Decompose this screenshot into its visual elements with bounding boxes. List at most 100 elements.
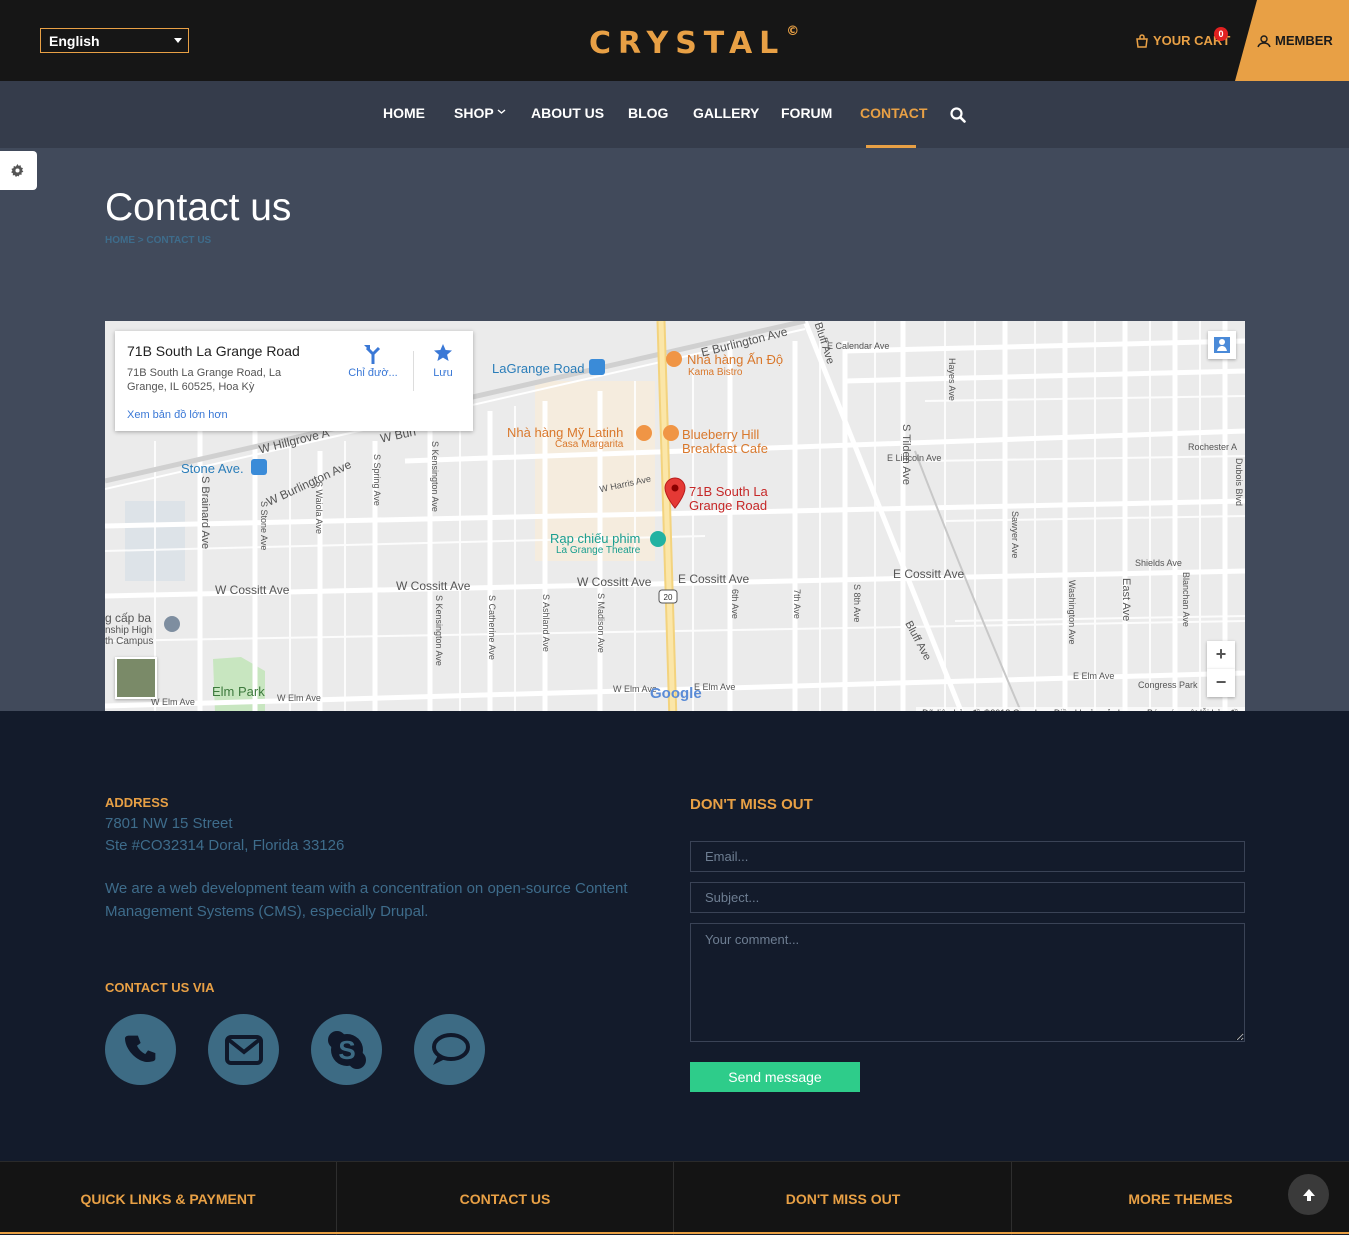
nav-contact[interactable]: CONTACT bbox=[860, 105, 927, 121]
breadcrumb[interactable]: HOME > CONTACT US bbox=[105, 235, 211, 246]
map-label-w-cossitt-1: W Cossitt Ave bbox=[215, 583, 290, 597]
map-label-lagrange-road: LaGrange Road bbox=[492, 361, 585, 376]
about-text: We are a web development team with a con… bbox=[105, 880, 628, 920]
map-pin-label-1: 71B South La bbox=[689, 484, 768, 499]
zoom-in-button[interactable]: + bbox=[1207, 641, 1235, 669]
nav-shop-label: SHOP bbox=[454, 105, 494, 121]
map-label-elm-park: Elm Park bbox=[212, 684, 265, 699]
back-to-top-button[interactable] bbox=[1288, 1174, 1329, 1215]
directions-label: Chỉ đườ... bbox=[348, 367, 398, 379]
map-label-s-catherine: S Catherine Ave bbox=[487, 595, 497, 660]
save-label: Lưu bbox=[433, 367, 453, 379]
settings-toggle[interactable] bbox=[0, 151, 37, 190]
map-label-s-kensington-2: S Kensington Ave bbox=[434, 595, 444, 666]
address-heading: ADDRESS bbox=[105, 795, 169, 810]
map-label-s-tilden: S Tilden Ave bbox=[900, 424, 912, 485]
bottom-contact-us[interactable]: CONTACT US bbox=[337, 1162, 674, 1235]
gear-icon bbox=[11, 164, 24, 177]
map-label-casa-margarita: Casa Margarita bbox=[555, 439, 624, 450]
save-button[interactable]: Lưu bbox=[425, 343, 461, 379]
map-label-school-2: nship High bbox=[105, 625, 153, 636]
satellite-toggle[interactable] bbox=[115, 657, 157, 699]
nav-blog[interactable]: BLOG bbox=[628, 105, 668, 121]
svg-text:S: S bbox=[338, 1035, 355, 1065]
map-label-washington: Washington Ave bbox=[1067, 580, 1077, 645]
map-label-e-elm-2: E Elm Ave bbox=[1073, 671, 1115, 681]
map-label-s-kensington-1: S Kensington Ave bbox=[430, 441, 440, 512]
map-label-rap-chieu-phim[interactable]: Rạp chiếu phim bbox=[550, 531, 640, 546]
nav-gallery[interactable]: GALLERY bbox=[693, 105, 759, 121]
google-logo: Google bbox=[650, 685, 702, 702]
route-shield-label: 20 bbox=[664, 593, 673, 602]
email-button[interactable] bbox=[208, 1014, 279, 1085]
map-label-sawyer: Sawyer Ave bbox=[1010, 511, 1020, 559]
map-label-school-3: th Campus bbox=[105, 636, 154, 647]
map-label-w-cossitt-3: W Cossitt Ave bbox=[577, 575, 652, 589]
view-larger-map-link[interactable]: Xem bản đồ lớn hơn bbox=[127, 409, 228, 421]
map-label-la-grange-theatre: La Grange Theatre bbox=[556, 545, 641, 556]
map-label-e-cossitt-2: E Cossitt Ave bbox=[893, 567, 965, 581]
nav-forum[interactable]: FORUM bbox=[781, 105, 832, 121]
form-heading: DON'T MISS OUT bbox=[690, 796, 813, 813]
phone-button[interactable] bbox=[105, 1014, 176, 1085]
phone-icon bbox=[124, 1035, 155, 1062]
map-label-blueberry-1[interactable]: Blueberry Hill bbox=[682, 427, 759, 442]
nav-shop[interactable]: SHOP bbox=[454, 105, 506, 121]
member-button[interactable]: MEMBER bbox=[1235, 0, 1349, 81]
map-label-w-elm-1: W Elm Ave bbox=[151, 697, 195, 707]
address-line-1: 7801 NW 15 Street bbox=[105, 815, 233, 832]
main-nav: HOME SHOP ABOUT US BLOG GALLERY FORUM CO… bbox=[0, 81, 1349, 148]
map-label-w-elm-2: W Elm Ave bbox=[277, 693, 321, 703]
zoom-out-button[interactable]: − bbox=[1207, 669, 1235, 697]
top-bar: English CRYSTAL © YOUR CART 0 MEMBER bbox=[0, 0, 1349, 81]
language-select[interactable]: English bbox=[40, 28, 189, 53]
map-label-blueberry-2: Breakfast Cafe bbox=[682, 441, 768, 456]
chat-bubble-icon bbox=[431, 1032, 470, 1065]
shopping-bag-icon bbox=[1136, 33, 1148, 48]
map-label-congress-park: Congress Park bbox=[1138, 680, 1198, 690]
skype-icon: S bbox=[327, 1030, 366, 1069]
map-label-s-brainard: S Brainard Ave bbox=[199, 476, 211, 550]
logo[interactable]: CRYSTAL © bbox=[589, 24, 799, 61]
map-label-s-spring: S Spring Ave bbox=[372, 454, 382, 506]
subject-field[interactable] bbox=[690, 882, 1245, 913]
member-label: MEMBER bbox=[1275, 33, 1333, 48]
google-map[interactable]: 20 LaGrange Road Stone Ave. Nhà hàng Ấn … bbox=[105, 321, 1245, 721]
map-info-card: 71B South La Grange Road 71B South La Gr… bbox=[115, 331, 473, 431]
chevron-down-icon bbox=[497, 109, 506, 114]
send-message-button[interactable]: Send message bbox=[690, 1062, 860, 1092]
map-label-e-calendar: E Calendar Ave bbox=[827, 341, 890, 351]
nav-home[interactable]: HOME bbox=[383, 105, 425, 121]
user-icon bbox=[1257, 34, 1271, 47]
bottom-bar: QUICK LINKS & PAYMENT CONTACT US DON'T M… bbox=[0, 1161, 1349, 1235]
map-label-stone-ave: Stone Ave. bbox=[181, 461, 244, 476]
map-label-sixth: 6th Ave bbox=[730, 589, 740, 619]
bottom-quick-links[interactable]: QUICK LINKS & PAYMENT bbox=[0, 1162, 337, 1235]
star-icon bbox=[434, 344, 452, 361]
language-value: English bbox=[49, 33, 100, 49]
map-label-blanchan: Blanchan Ave bbox=[1181, 572, 1191, 627]
skype-button[interactable]: S bbox=[311, 1014, 382, 1085]
map-label-e-lincoln: E Lincoln Ave bbox=[887, 453, 942, 463]
map-label-shields: Shields Ave bbox=[1135, 558, 1182, 568]
caret-down-icon bbox=[174, 38, 182, 43]
info-card-title: 71B South La Grange Road bbox=[127, 343, 300, 359]
comment-field[interactable] bbox=[690, 923, 1245, 1042]
map-pin-label-2: Grange Road bbox=[689, 498, 768, 513]
chat-button[interactable] bbox=[414, 1014, 485, 1085]
directions-icon bbox=[364, 345, 381, 364]
directions-button[interactable]: Chỉ đườ... bbox=[345, 343, 401, 379]
page-title: Contact us bbox=[105, 186, 292, 229]
map-label-east-ave: East Ave bbox=[1120, 578, 1132, 622]
bottom-dont-miss-out[interactable]: DON'T MISS OUT bbox=[675, 1162, 1012, 1235]
email-field[interactable] bbox=[690, 841, 1245, 872]
map-label-s-8th: S 8th Ave bbox=[852, 584, 862, 623]
nav-about-us[interactable]: ABOUT US bbox=[531, 105, 604, 121]
street-view-pegman[interactable] bbox=[1208, 331, 1236, 359]
search-icon[interactable] bbox=[950, 107, 966, 123]
info-card-divider bbox=[413, 351, 414, 391]
logo-mark: © bbox=[786, 24, 800, 39]
contact-via-heading: CONTACT US VIA bbox=[105, 980, 215, 995]
map-label-hayes: Hayes Ave bbox=[947, 358, 957, 401]
map-label-nha-hang-my-latinh[interactable]: Nhà hàng Mỹ Latinh bbox=[507, 425, 623, 440]
